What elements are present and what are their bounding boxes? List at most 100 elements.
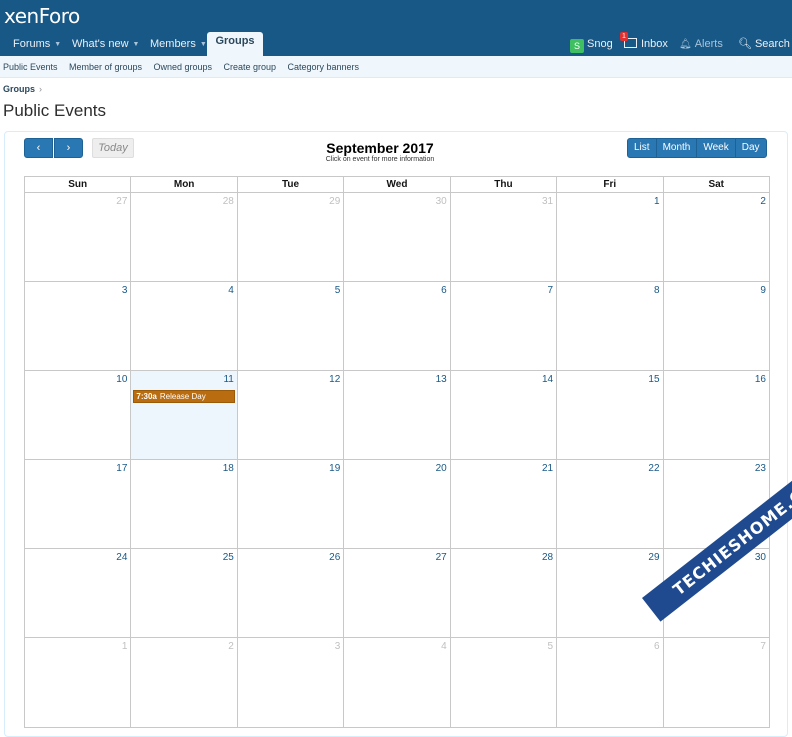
site-logo[interactable]: xenForo [4,4,80,28]
calendar-day-cell[interactable]: 17 [25,460,132,548]
calendar-day-cell[interactable]: 30 [344,193,451,281]
calendar-day-cell[interactable]: 15 [557,371,664,459]
day-number: 22 [648,463,660,474]
day-number: 25 [222,552,234,563]
calendar-day-cell[interactable]: 2 [664,193,769,281]
subnav-member-of-groups[interactable]: Member of groups [69,56,142,78]
day-number: 30 [754,552,766,563]
calendar-day-cell[interactable]: 6 [557,638,664,727]
calendar-day-cell[interactable]: 12 [238,371,345,459]
day-number: 20 [435,463,447,474]
day-number: 4 [228,285,234,296]
subnav-create-group[interactable]: Create group [223,56,276,78]
calendar-panel: September 2017 Click on event for more i… [4,131,788,737]
calendar-weeks: 27 28 29 30 31 1 2 3 4 5 6 7 8 9 10 11 7:30a Release Day 1… [25,193,769,727]
calendar-day-cell[interactable]: 27 [25,193,132,281]
calendar-day-cell[interactable]: 13 [344,371,451,459]
calendar-day-cell[interactable]: 2 [131,638,238,727]
calendar-week-row: 10 11 7:30a Release Day 12 13 14 15 16 [25,371,769,460]
day-number: 27 [435,552,447,563]
calendar-day-cell[interactable]: 3 [238,638,345,727]
calendar-day-cell[interactable]: 1 [25,638,132,727]
day-number: 5 [334,285,341,296]
calendar-day-cell[interactable]: 21 [451,460,558,548]
day-number: 14 [541,374,554,385]
day-number: 4 [441,641,447,652]
day-number: 2 [760,196,766,207]
calendar-day-cell[interactable]: 3 [25,282,132,370]
tab-forums[interactable]: Forums ▼ [13,32,61,56]
day-number: 26 [329,552,341,563]
event-time: 7:30a [136,392,157,401]
day-number: 23 [754,463,766,474]
inbox-link[interactable]: 1 Inbox [620,32,668,56]
calendar-day-cell[interactable]: 6 [344,282,451,370]
search-link[interactable]: 🔍︎ Search [738,32,790,56]
chevron-down-icon: ▼ [54,41,62,48]
tab-groups[interactable]: Groups [207,32,263,56]
user-menu[interactable]: S Snog [570,32,613,56]
day-number: 18 [222,463,234,474]
chevron-down-icon: ▼ [199,41,207,48]
calendar-day-cell[interactable]: 22 [557,460,664,548]
day-number: 21 [541,463,554,474]
subnav-public-events[interactable]: Public Events [3,56,58,78]
calendar-week-row: 1 2 3 4 5 6 7 [25,638,769,727]
chevron-right-icon: › [66,142,71,154]
calendar-day-cell[interactable]: 31 [451,193,558,281]
calendar-day-cell[interactable]: 25 [131,549,238,637]
calendar-day-cell[interactable]: 9 [664,282,769,370]
weekday-header: Sun Mon Tue Wed Thu Fri Sat [25,177,769,193]
view-day-button[interactable]: Day [734,138,767,158]
calendar-day-cell[interactable]: 4 [344,638,451,727]
alerts-link[interactable]: 🔔︎ Alerts [679,32,723,56]
calendar-day-cell[interactable]: 28 [131,193,238,281]
day-number: 9 [760,285,766,296]
calendar-day-cell[interactable]: 1 [557,193,664,281]
day-number: 31 [541,196,554,207]
calendar-day-cell[interactable]: 26 [238,549,345,637]
calendar-day-cell[interactable]: 5 [238,282,345,370]
calendar-day-cell[interactable]: 20 [344,460,451,548]
calendar-day-cell[interactable]: 7 [451,282,558,370]
calendar-day-cell[interactable]: 28 [451,549,558,637]
view-list-button[interactable]: List [627,138,657,158]
calendar-day-cell[interactable]: 5 [451,638,558,727]
calendar-day-cell[interactable]: 27 [344,549,451,637]
calendar-day-cell[interactable]: 24 [25,549,132,637]
event-title: Release Day [159,392,206,401]
calendar-day-cell[interactable]: 10 [25,371,132,459]
chevron-down-icon: ▼ [132,41,140,48]
breadcrumb-groups[interactable]: Groups [3,84,35,94]
calendar-day-cell[interactable]: 7 [664,638,769,727]
subnav-category-banners[interactable]: Category banners [287,56,359,78]
calendar-day-cell[interactable]: 19 [238,460,345,548]
calendar-day-cell[interactable]: 16 [664,371,769,459]
calendar-day-cell[interactable]: 11 7:30a Release Day [131,371,238,459]
calendar-day-cell[interactable]: 18 [131,460,238,548]
day-number: 15 [648,374,660,385]
calendar-day-cell[interactable]: 8 [557,282,664,370]
sub-nav: Public Events Member of groups Owned gro… [0,56,792,78]
day-number: 11 [223,374,234,385]
view-month-button[interactable]: Month [655,138,698,158]
weekday-label: Sat [708,179,725,190]
avatar: S [570,39,584,53]
subnav-owned-groups[interactable]: Owned groups [153,56,212,78]
next-month-button[interactable]: › [54,138,83,158]
day-number: 12 [329,374,341,385]
calendar-day-cell[interactable]: 4 [131,282,238,370]
prev-month-button[interactable]: ‹ [24,138,53,158]
tab-members[interactable]: Members ▼ [150,32,207,56]
view-switcher: List Month Week Day [627,138,767,158]
calendar-day-cell[interactable]: 29 [238,193,345,281]
calendar-event[interactable]: 7:30a Release Day [133,390,235,403]
view-week-button[interactable]: Week [696,138,736,158]
calendar-day-cell[interactable]: 14 [451,371,558,459]
chevron-right-icon: › [39,84,43,94]
day-number: 3 [121,285,128,296]
today-button[interactable]: Today [92,138,134,158]
tab-whats-new[interactable]: What's new ▼ [72,32,139,56]
day-number: 29 [329,196,341,207]
weekday-label: Fri [557,177,664,192]
